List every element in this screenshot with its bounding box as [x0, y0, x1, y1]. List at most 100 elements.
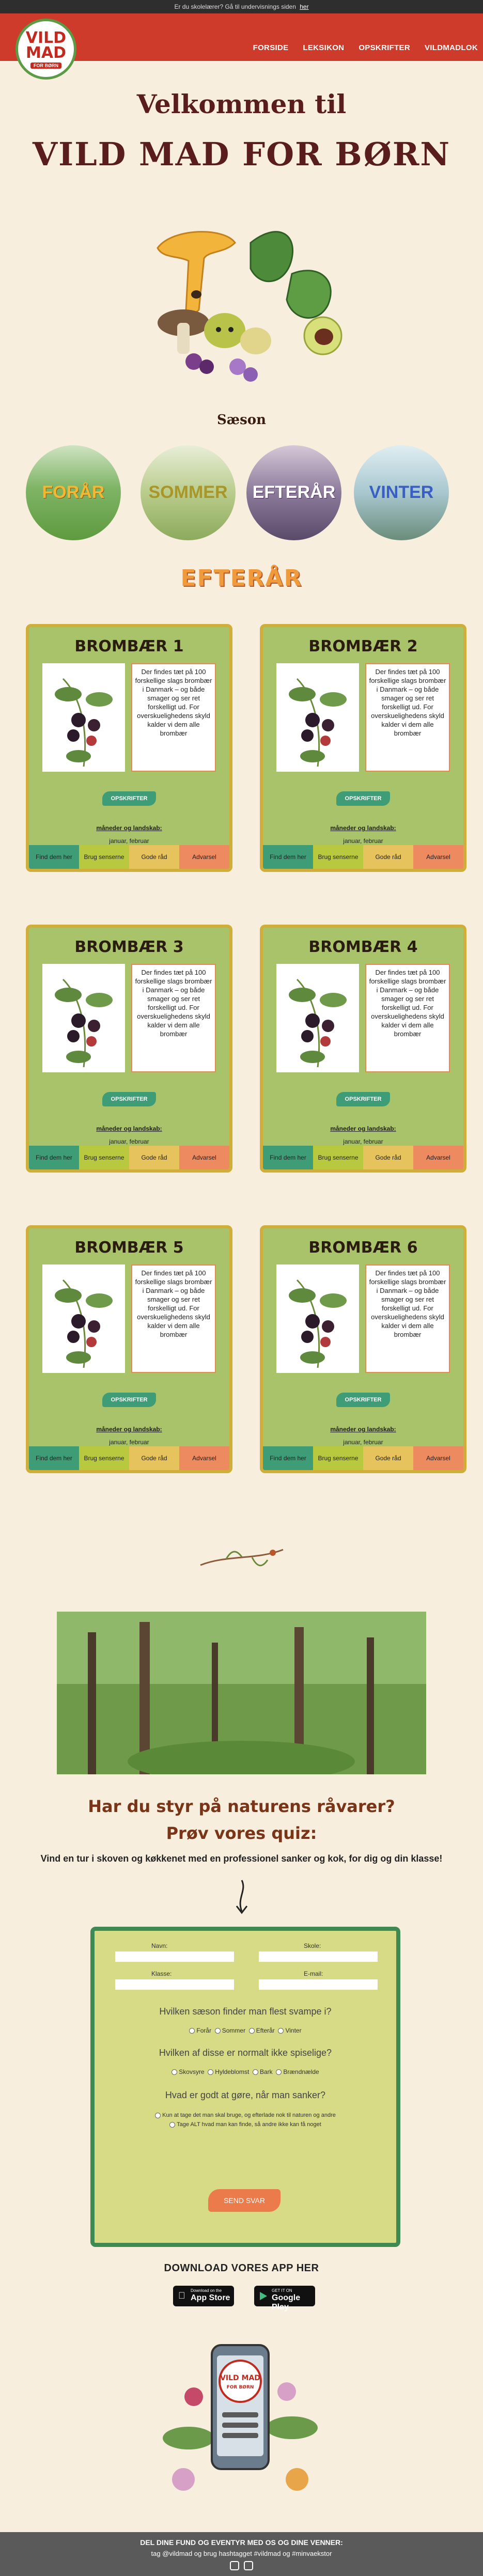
phone-logo-line-1: VILD MAD: [220, 2374, 260, 2382]
class-input[interactable]: [115, 1979, 234, 1990]
footer: DEL DINE FUND OG EVENTYR MED OS OG DINE …: [0, 2532, 483, 2576]
card-tab-1[interactable]: Brug senserne: [313, 1146, 363, 1169]
card-tab-1[interactable]: Brug senserne: [313, 845, 363, 869]
card-tab-0[interactable]: Find dem her: [29, 1446, 79, 1470]
send-answer-button[interactable]: SEND SVAR: [208, 2189, 281, 2212]
card-tab-3[interactable]: Advarsel: [413, 1146, 463, 1169]
card-tabs: Find dem her Brug senserne Gode råd Advarse…: [263, 1446, 463, 1470]
season-circle-spring[interactable]: FORÅR: [26, 445, 121, 540]
recipes-button[interactable]: OPSKRIFTER: [336, 1393, 390, 1407]
quiz-form: Navn: Skole: Klasse: E-mail: Hvilken sæs…: [90, 1927, 400, 2247]
card-title: BROMBÆR 6: [308, 1239, 418, 1257]
quiz-intro-line-2: Prøv vores quiz:: [166, 1823, 317, 1843]
name-label: Navn:: [151, 1942, 168, 1949]
card-tabs: Find dem her Brug senserne Gode råd Advarse…: [263, 845, 463, 869]
card-tab-0[interactable]: Find dem her: [29, 1146, 79, 1169]
school-label: Skole:: [304, 1942, 321, 1949]
instagram-icon[interactable]: [230, 2561, 239, 2570]
card-description: Der findes tæt på 100 forskellige slags …: [131, 964, 216, 1072]
facebook-icon[interactable]: [244, 2561, 253, 2570]
nav-menu: FORSIDE LEKSIKON OPSKRIFTER VILDMADLOK: [253, 43, 478, 52]
card-tab-3[interactable]: Advarsel: [413, 1446, 463, 1470]
card-tab-1[interactable]: Brug senserne: [313, 1446, 363, 1470]
card-tab-3[interactable]: Advarsel: [179, 845, 229, 869]
months-value: januar, februar: [343, 1439, 383, 1446]
card-tab-0[interactable]: Find dem her: [29, 845, 79, 869]
card-tab-2[interactable]: Gode råd: [363, 1146, 413, 1169]
apple-icon: : [178, 2290, 185, 2301]
recipes-button[interactable]: OPSKRIFTER: [336, 791, 390, 806]
app-store-button[interactable]:  Download on the App Store: [173, 2286, 234, 2306]
quiz-intro-sub: Vind en tur i skoven og køkkenet med en …: [40, 1853, 443, 1864]
berry-card: BROMBÆR 3 Der findes tæt på 100 forskelli…: [26, 925, 232, 1173]
months-value: januar, februar: [109, 1138, 149, 1145]
card-tab-2[interactable]: Gode råd: [129, 1446, 179, 1470]
nav-item-opskrifter[interactable]: OPSKRIFTER: [359, 43, 410, 52]
months-landscape-label: måneder og landskab:: [96, 824, 162, 832]
site-logo[interactable]: VILD MAD FOR BØRN: [15, 19, 76, 80]
card-tab-0[interactable]: Find dem her: [263, 845, 313, 869]
school-input[interactable]: [259, 1951, 378, 1962]
nav-item-forside[interactable]: FORSIDE: [253, 43, 289, 52]
announcement-bar: Er du skolelærer? Gå til undervisnings s…: [0, 0, 483, 13]
card-title: BROMBÆR 3: [74, 938, 184, 956]
card-description: Der findes tæt på 100 forskellige slags …: [131, 1264, 216, 1373]
google-play-button[interactable]: GET IT ON Google Play: [254, 2286, 315, 2312]
q1-option-sommer[interactable]: Sommer: [214, 2027, 245, 2034]
question-3-options: Kun at tage det man skal bruge, og efter…: [95, 2111, 396, 2129]
card-tab-3[interactable]: Advarsel: [179, 1146, 229, 1169]
season-label-spring: FORÅR: [42, 482, 105, 502]
months-landscape-label: måneder og landskab:: [96, 1125, 162, 1132]
months-landscape-label: måneder og landskab:: [330, 1426, 396, 1433]
season-circle-summer[interactable]: SOMMER: [141, 445, 236, 540]
card-tab-2[interactable]: Gode råd: [129, 845, 179, 869]
q1-option-efterar[interactable]: Efterår: [248, 2027, 275, 2034]
months-value: januar, februar: [343, 1138, 383, 1145]
q2-option-skovsyre[interactable]: Skovsyre: [172, 2068, 205, 2075]
season-circle-winter[interactable]: VINTER: [354, 445, 449, 540]
q2-option-braendnaelde[interactable]: Brændnælde: [276, 2068, 319, 2075]
q3-option-2[interactable]: Tage ALT hvad man kan finde, så andre ik…: [95, 2120, 396, 2129]
hero-illustration: [157, 231, 342, 382]
card-tab-2[interactable]: Gode råd: [363, 1446, 413, 1470]
arrow-down-icon: [236, 1880, 248, 1914]
card-tab-3[interactable]: Advarsel: [179, 1446, 229, 1470]
card-tab-2[interactable]: Gode råd: [363, 845, 413, 869]
months-value: januar, februar: [109, 837, 149, 845]
blackberry-image: [276, 663, 359, 772]
question-1: Hvilken sæson finder man flest svampe i?: [159, 2006, 332, 2017]
season-label-autumn: EFTERÅR: [252, 482, 336, 502]
blackberry-image: [42, 964, 125, 1072]
card-tab-1[interactable]: Brug senserne: [79, 1146, 129, 1169]
berry-card: BROMBÆR 5 Der findes tæt på 100 forskelli…: [26, 1225, 232, 1473]
months-landscape-label: måneder og landskab:: [96, 1426, 162, 1433]
announcement-link[interactable]: her: [300, 3, 308, 10]
q2-option-hyldeblomst[interactable]: Hyldeblomst: [208, 2068, 249, 2075]
card-title: BROMBÆR 2: [308, 637, 418, 655]
card-tab-0[interactable]: Find dem her: [263, 1146, 313, 1169]
blackberry-image: [276, 964, 359, 1072]
card-tab-2[interactable]: Gode råd: [129, 1146, 179, 1169]
card-tab-1[interactable]: Brug senserne: [79, 1446, 129, 1470]
q2-option-bark[interactable]: Bark: [253, 2068, 273, 2075]
email-input[interactable]: [259, 1979, 378, 1990]
card-tabs: Find dem her Brug senserne Gode råd Advarse…: [263, 1146, 463, 1169]
nav-item-leksikon[interactable]: LEKSIKON: [303, 43, 344, 52]
recipes-button[interactable]: OPSKRIFTER: [102, 1092, 156, 1106]
nav-item-vildmadlok[interactable]: VILDMADLOK: [425, 43, 478, 52]
current-season-title: EFTERÅR: [180, 565, 303, 591]
nettle-leaves-illustration: [250, 231, 332, 319]
card-tabs: Find dem her Brug senserne Gode råd Advarse…: [29, 1446, 229, 1470]
question-2: Hvilken af disse er normalt ikke spiseli…: [159, 2048, 332, 2058]
recipes-button[interactable]: OPSKRIFTER: [102, 791, 156, 806]
recipes-button[interactable]: OPSKRIFTER: [336, 1092, 390, 1106]
card-tab-3[interactable]: Advarsel: [413, 845, 463, 869]
q1-option-forar[interactable]: Forår: [189, 2027, 211, 2034]
card-tab-1[interactable]: Brug senserne: [79, 845, 129, 869]
name-input[interactable]: [115, 1951, 234, 1962]
card-tab-0[interactable]: Find dem her: [263, 1446, 313, 1470]
recipes-button[interactable]: OPSKRIFTER: [102, 1393, 156, 1407]
season-circle-autumn[interactable]: EFTERÅR: [246, 445, 341, 540]
q1-option-vinter[interactable]: Vinter: [278, 2027, 302, 2034]
q3-option-1[interactable]: Kun at tage det man skal bruge, og efter…: [95, 2111, 396, 2120]
